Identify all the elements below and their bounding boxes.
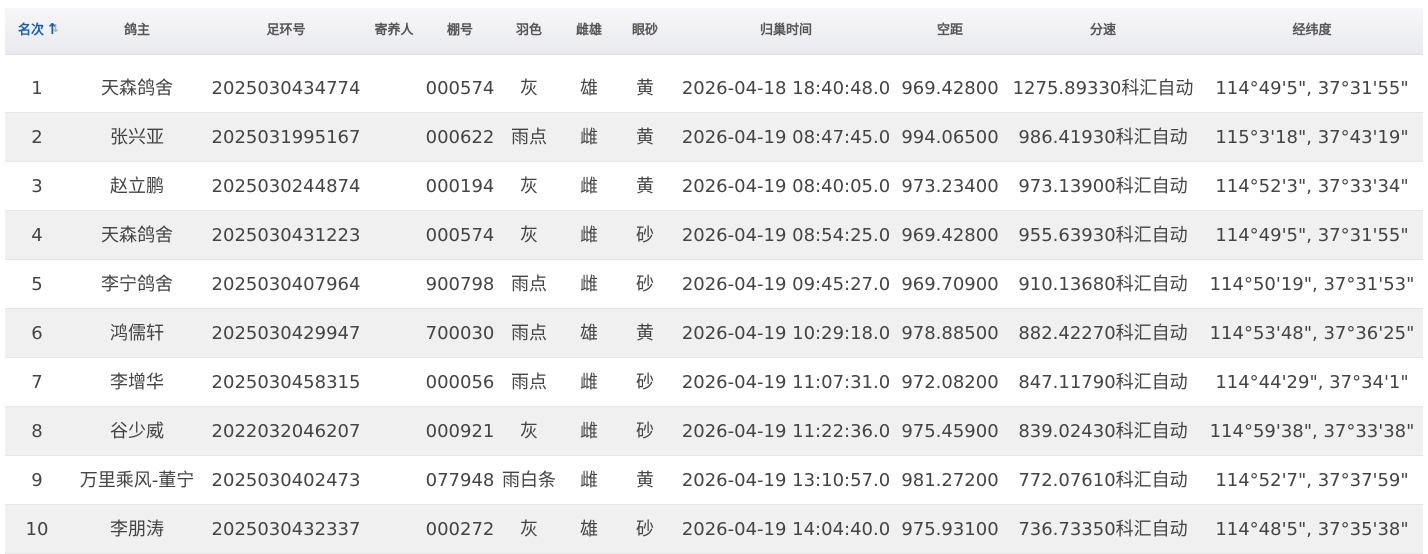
table-row[interactable]: 1 天森鸽舍 2025030434774 000574 灰雄黄 2026-04-18 18… [5, 64, 1423, 113]
cell-ring: 2025030244874 [211, 176, 361, 197]
column-header-foster[interactable]: 寄养人 [361, 8, 427, 54]
cell-ring: 2025030402473 [211, 470, 361, 491]
column-header-arrival[interactable]: 归巢时间 [681, 8, 891, 54]
cell-ring: 2025030429947 [211, 323, 361, 344]
cell-ring: 2022032046207 [211, 421, 361, 442]
cell-owner: 赵立鹏 [110, 176, 164, 197]
cell-arrival: 2026-04-19 08:54:25.0 [681, 225, 891, 246]
cell-ring: 2025030407964 [211, 274, 361, 295]
column-header-label: 足环号 [266, 23, 306, 38]
cell-speed: 847.11790科汇自动 [1018, 372, 1188, 393]
cell-coords: 114°53'48", 37°36'25" [1209, 323, 1415, 344]
cell-arrival: 2026-04-18 18:40:48.0 [681, 78, 891, 99]
cell-distance: 994.06500 [901, 127, 999, 148]
table-row[interactable]: 8 谷少威 2022032046207 000921 灰雌砂 2026-04-19 11:… [5, 407, 1423, 456]
table-row[interactable]: 2 张兴亚 2025031995167 000622 雨点雌黄 2026-04-19 08… [5, 113, 1423, 162]
column-header-owner[interactable]: 鸽主 [71, 8, 203, 54]
cell-coords: 114°44'29", 37°34'1" [1215, 372, 1409, 393]
sort-ascending-icon[interactable]: ↑ ↓ [46, 21, 60, 37]
table-row[interactable]: 4 天森鸽舍 2025030431223 000574 灰雌砂 2026-04-19 08… [5, 211, 1423, 260]
column-header-ring[interactable]: 足环号 [211, 8, 361, 54]
cell-speed: 882.42270科汇自动 [1018, 323, 1188, 344]
cell-owner: 谷少威 [110, 421, 164, 442]
cell-arrival: 2026-04-19 08:40:05.0 [681, 176, 891, 197]
cell-coords: 114°50'19", 37°31'53" [1209, 274, 1415, 295]
cell-ring: 2025031995167 [211, 127, 361, 148]
column-header-eye[interactable]: 眼砂 [617, 8, 673, 54]
cell-distance: 969.70900 [901, 274, 999, 295]
cell-owner: 李朋涛 [110, 519, 164, 540]
cell-owner: 张兴亚 [110, 127, 164, 148]
column-header-sex[interactable]: 雌雄 [563, 8, 615, 54]
table-row[interactable]: 3 赵立鹏 2025030244874 000194 灰雌黄 2026-04-19 08:… [5, 162, 1423, 211]
cell-distance: 969.42800 [901, 78, 999, 99]
cell-speed: 839.02430科汇自动 [1018, 421, 1188, 442]
cell-speed: 955.63930科汇自动 [1018, 225, 1188, 246]
column-header-color[interactable]: 羽色 [499, 8, 559, 54]
cell-coords: 114°59'38", 37°33'38" [1209, 421, 1415, 442]
cell-arrival: 2026-04-19 10:29:18.0 [681, 323, 891, 344]
table-row[interactable]: 6 鸿儒轩 2025030429947 700030 雨点雄黄 2026-04-19 10… [5, 309, 1423, 358]
cell-speed: 736.73350科汇自动 [1018, 519, 1188, 540]
cell-coords: 115°3'18", 37°43'19" [1215, 127, 1409, 148]
cell-coords: 114°49'5", 37°31'55" [1215, 78, 1409, 99]
cell-distance: 969.42800 [901, 225, 999, 246]
table-row[interactable]: 5 李宁鸽舍 2025030407964 900798 雨点雌砂 2026-04-19 0… [5, 260, 1423, 309]
column-header-label: 寄养人 [374, 23, 414, 38]
cell-distance: 973.23400 [901, 176, 999, 197]
column-header-label: 雌雄 [575, 23, 602, 38]
cell-owner: 李宁鸽舍 [101, 274, 173, 295]
cell-arrival: 2026-04-19 11:22:36.0 [681, 421, 891, 442]
cell-arrival: 2026-04-19 11:07:31.0 [681, 372, 891, 393]
cell-coords: 114°48'5", 37°35'38" [1215, 519, 1409, 540]
cell-ring: 2025030431223 [211, 225, 361, 246]
column-header-label: 眼砂 [631, 23, 658, 38]
cell-arrival: 2026-04-19 08:47:45.0 [681, 127, 891, 148]
cell-coords: 114°52'7", 37°37'59" [1215, 470, 1409, 491]
column-header-coords[interactable]: 经纬度 [1202, 8, 1422, 54]
cell-distance: 978.88500 [901, 323, 999, 344]
column-header-label: 经纬度 [1292, 23, 1332, 38]
cell-owner: 天森鸽舍 [101, 225, 173, 246]
cell-ring: 2025030432337 [211, 519, 361, 540]
table-body: 1 天森鸽舍 2025030434774 000574 灰雄黄 2026-04-18 18… [5, 64, 1423, 554]
cell-speed: 1275.89330科汇自动 [1012, 78, 1194, 99]
cell-speed: 910.13680科汇自动 [1018, 274, 1188, 295]
column-header-label: 分速 [1089, 23, 1116, 38]
cell-owner: 万里乘风-董宁 [79, 470, 195, 491]
column-header-label: 羽色 [515, 23, 542, 38]
cell-owner: 天森鸽舍 [101, 78, 173, 99]
table-header: 名次 ↑ ↓ 鸽主 足环号 寄养人 棚号 羽色 雌雄 眼砂 归巢时间 空距 分速 经纬度 [5, 8, 1423, 55]
column-header-distance[interactable]: 空距 [895, 8, 1005, 54]
cell-coords: 114°52'3", 37°33'34" [1215, 176, 1409, 197]
table-row[interactable]: 10 李朋涛 2025030432337 000272 灰雄砂 2026-04-19 14… [5, 505, 1423, 554]
cell-ring: 2025030458315 [211, 372, 361, 393]
column-header-rank[interactable]: 名次 ↑ ↓ [5, 8, 69, 54]
cell-ring: 2025030434774 [211, 78, 361, 99]
table-row[interactable]: 9 万里乘风-董宁 2025030402473 077948 雨白条雌黄 2026-04-… [5, 456, 1423, 505]
column-header-speed[interactable]: 分速 [1008, 8, 1198, 54]
column-header-label: 空距 [936, 23, 963, 38]
results-table: 名次 ↑ ↓ 鸽主 足环号 寄养人 棚号 羽色 雌雄 眼砂 归巢时间 空距 分速 经纬度 1 天森鸽舍 202… [0, 0, 1428, 554]
cell-arrival: 2026-04-19 13:10:57.0 [681, 470, 891, 491]
column-header-loft[interactable]: 棚号 [425, 8, 495, 54]
cell-owner: 鸿儒轩 [110, 323, 164, 344]
cell-speed: 772.07610科汇自动 [1018, 470, 1188, 491]
column-header-label: 鸽主 [123, 23, 150, 38]
cell-arrival: 2026-04-19 14:04:40.0 [681, 519, 891, 540]
cell-speed: 973.13900科汇自动 [1018, 176, 1188, 197]
column-header-label: 归巢时间 [759, 23, 812, 38]
table-row[interactable]: 7 李增华 2025030458315 000056 雨点雌砂 2026-04-19 11… [5, 358, 1423, 407]
cell-speed: 986.41930科汇自动 [1018, 127, 1188, 148]
cell-distance: 972.08200 [901, 372, 999, 393]
cell-distance: 975.93100 [901, 519, 999, 540]
cell-arrival: 2026-04-19 09:45:27.0 [681, 274, 891, 295]
cell-distance: 981.27200 [901, 470, 999, 491]
column-header-label: 名次 [17, 23, 44, 38]
cell-owner: 李增华 [110, 372, 164, 393]
cell-coords: 114°49'5", 37°31'55" [1215, 225, 1409, 246]
cell-distance: 975.45900 [901, 421, 999, 442]
column-header-label: 棚号 [446, 23, 473, 38]
